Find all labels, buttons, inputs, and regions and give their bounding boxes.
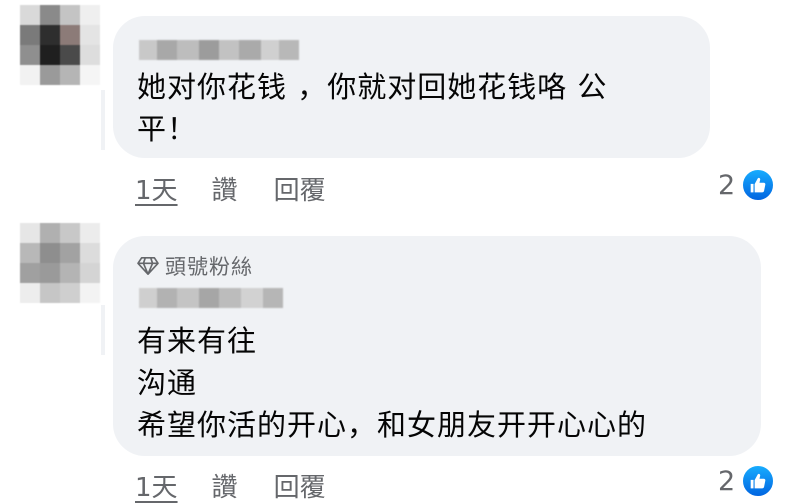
comment-text-line: 希望你活的开心，和女朋友开开心心的 [137, 408, 648, 442]
redacted-author-name[interactable] [139, 288, 283, 308]
comment-bubble: 頭號粉絲 有来有往 沟通 希望你活的开心，和女朋友开开心心的 [113, 236, 761, 456]
badge-label: 頭號粉絲 [165, 255, 253, 279]
reply-button[interactable]: 回覆 [274, 170, 326, 207]
commenter-avatar[interactable] [20, 5, 100, 85]
thread-connector [101, 90, 105, 150]
diamond-icon [137, 257, 159, 275]
timestamp-link[interactable]: 1天 [135, 170, 178, 207]
redacted-author-name[interactable] [139, 40, 299, 60]
comment-bubble: 她对你花钱 ，你就对回她花钱咯 公 平！ [113, 16, 710, 158]
reaction-count: 2 [718, 465, 736, 497]
reaction-summary[interactable]: 2 [718, 168, 776, 202]
thread-connector [101, 305, 105, 355]
like-thumb-icon [741, 168, 776, 202]
reaction-count: 2 [718, 169, 736, 201]
comment-text-line: 沟通 [137, 366, 198, 400]
comment-text-line: 她对你花钱 ，你就对回她花钱咯 公 [137, 70, 608, 104]
comment-actions: 1天 讚 回覆 [135, 170, 326, 207]
reply-button[interactable]: 回覆 [274, 467, 326, 504]
top-fan-badge: 頭號粉絲 [137, 251, 253, 281]
like-thumb-icon [741, 464, 776, 498]
comment-text-line: 平！ [137, 112, 198, 146]
comment-actions: 1天 讚 回覆 [135, 467, 326, 504]
reaction-summary[interactable]: 2 [718, 464, 776, 498]
comment-text-line: 有来有往 [137, 324, 258, 358]
timestamp-link[interactable]: 1天 [135, 467, 178, 504]
commenter-avatar[interactable] [20, 223, 100, 303]
like-button[interactable]: 讚 [212, 170, 238, 207]
like-button[interactable]: 讚 [212, 467, 238, 504]
